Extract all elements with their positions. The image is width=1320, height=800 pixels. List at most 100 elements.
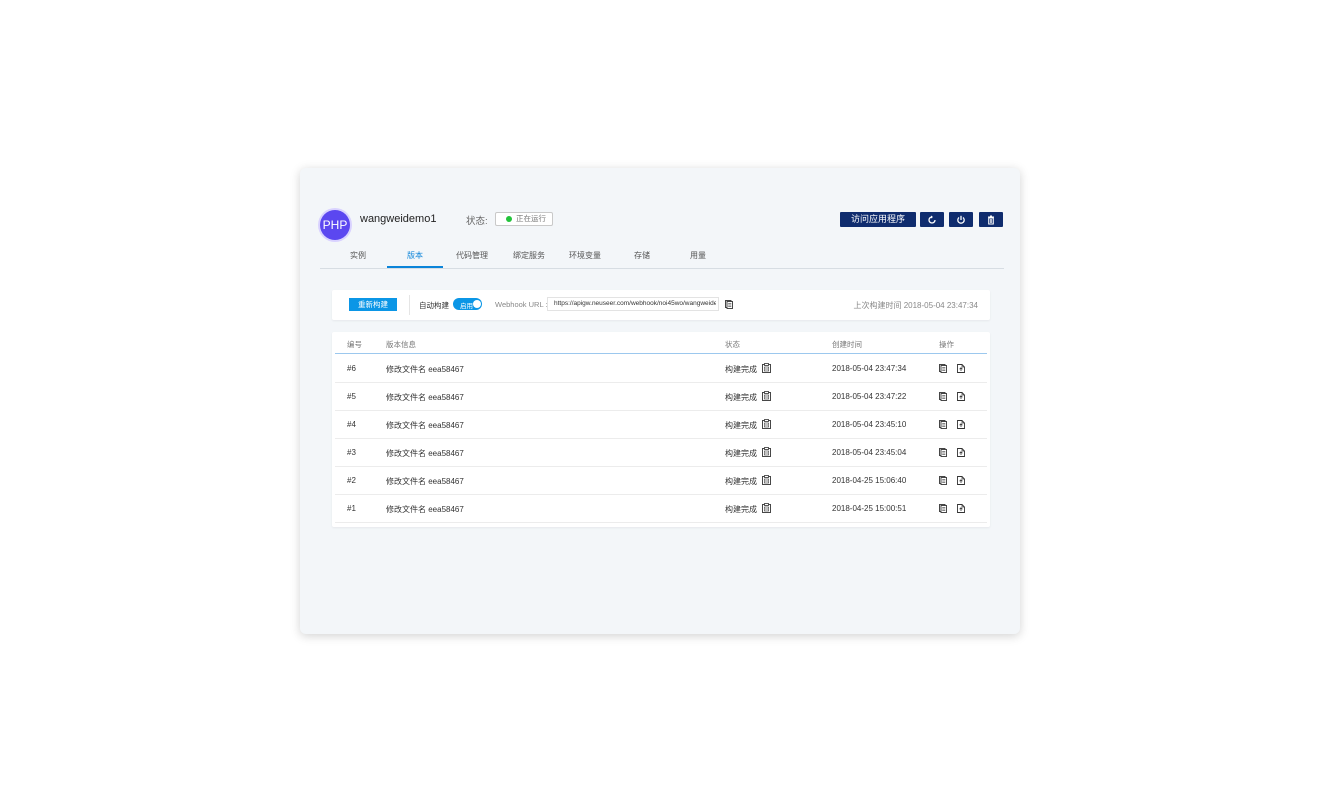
build-log-button[interactable]	[762, 391, 771, 401]
tab-instances[interactable]: 实例	[330, 250, 386, 268]
file-upload-icon	[957, 392, 965, 401]
tab-env-vars[interactable]: 环境变量	[557, 250, 613, 268]
auto-build-label: 自动构建	[419, 301, 449, 310]
build-log-button[interactable]	[762, 419, 771, 429]
version-info: 修改文件名 eea58467	[386, 421, 464, 430]
webhook-label: Webhook URL :	[495, 300, 548, 309]
deploy-version-button[interactable]	[957, 364, 965, 373]
build-status: 构建完成	[725, 449, 757, 458]
webhook-url-input[interactable]	[547, 297, 719, 311]
clipboard-icon	[762, 503, 771, 513]
build-log-button[interactable]	[762, 447, 771, 457]
file-upload-icon	[957, 448, 965, 457]
version-no: #6	[347, 364, 356, 373]
document-icon	[939, 476, 947, 485]
header-no: 编号	[347, 340, 362, 349]
status-badge: 正在运行	[495, 212, 553, 226]
deploy-version-button[interactable]	[957, 504, 965, 513]
header-actions: 操作	[939, 340, 954, 349]
view-log-button[interactable]	[939, 392, 947, 401]
table-row: #6 修改文件名 eea58467 构建完成 2018-05-04 23:47:…	[335, 354, 987, 383]
build-log-button[interactable]	[762, 475, 771, 485]
deploy-version-button[interactable]	[957, 392, 965, 401]
view-log-button[interactable]	[939, 504, 947, 513]
app-name: wangweidemo1	[360, 213, 437, 225]
app-detail-card: PHP wangweidemo1 状态: 正在运行 访问应用程序 实例 版本 代…	[300, 168, 1020, 634]
version-info: 修改文件名 eea58467	[386, 365, 464, 374]
clipboard-icon	[762, 419, 771, 429]
clipboard-icon	[762, 363, 771, 373]
created-time: 2018-04-25 15:00:51	[832, 504, 907, 513]
toggle-label: 启用	[460, 303, 473, 310]
trash-icon	[988, 215, 994, 225]
build-status: 构建完成	[725, 505, 757, 514]
view-log-button[interactable]	[939, 420, 947, 429]
file-upload-icon	[957, 476, 965, 485]
visit-app-button[interactable]: 访问应用程序	[840, 212, 916, 227]
file-upload-icon	[957, 420, 965, 429]
delete-button[interactable]	[979, 212, 1003, 227]
created-time: 2018-04-25 15:06:40	[832, 476, 907, 485]
build-status: 构建完成	[725, 421, 757, 430]
build-status: 构建完成	[725, 365, 757, 374]
document-icon	[939, 448, 947, 457]
version-no: #1	[347, 504, 356, 513]
tab-versions[interactable]: 版本	[387, 250, 443, 268]
avatar: PHP	[320, 210, 350, 240]
build-log-button[interactable]	[762, 363, 771, 373]
view-log-button[interactable]	[939, 448, 947, 457]
table-row: #1 修改文件名 eea58467 构建完成 2018-04-25 15:00:…	[335, 494, 987, 523]
created-time: 2018-05-04 23:47:22	[832, 392, 907, 401]
deploy-version-button[interactable]	[957, 476, 965, 485]
toggle-knob	[473, 300, 481, 308]
created-time: 2018-05-04 23:45:10	[832, 420, 907, 429]
document-icon	[939, 504, 947, 513]
auto-build-toggle[interactable]: 启用	[453, 298, 482, 310]
tab-bar: 实例 版本 代码管理 绑定服务 环境变量 存储 用量	[320, 250, 1004, 269]
last-build-time: 上次构建时间 2018-05-04 23:47:34	[853, 301, 978, 310]
build-log-button[interactable]	[762, 503, 771, 513]
deploy-version-button[interactable]	[957, 448, 965, 457]
header-time: 创建时间	[832, 340, 862, 349]
tab-code-management[interactable]: 代码管理	[444, 250, 500, 268]
tab-bound-services[interactable]: 绑定服务	[501, 250, 557, 268]
deploy-version-button[interactable]	[957, 420, 965, 429]
status-label: 状态:	[466, 216, 488, 227]
copy-webhook-button[interactable]	[725, 300, 733, 309]
status-dot-icon	[506, 216, 512, 222]
table-header: 编号 版本信息 状态 创建时间 操作	[335, 332, 987, 354]
divider	[409, 295, 410, 315]
created-time: 2018-05-04 23:45:04	[832, 448, 907, 457]
build-toolbar: 重新构建 自动构建 启用 Webhook URL : 上次构建时间 2018-0…	[332, 290, 990, 320]
refresh-icon	[928, 215, 936, 224]
header-info: 版本信息	[386, 340, 416, 349]
clipboard-icon	[762, 447, 771, 457]
copy-icon	[725, 300, 733, 309]
view-log-button[interactable]	[939, 364, 947, 373]
rebuild-button[interactable]: 重新构建	[349, 298, 397, 311]
tab-storage[interactable]: 存储	[614, 250, 670, 268]
file-upload-icon	[957, 364, 965, 373]
document-icon	[939, 420, 947, 429]
version-no: #3	[347, 448, 356, 457]
table-row: #2 修改文件名 eea58467 构建完成 2018-04-25 15:06:…	[335, 466, 987, 495]
stop-button[interactable]	[949, 212, 973, 227]
table-row: #4 修改文件名 eea58467 构建完成 2018-05-04 23:45:…	[335, 410, 987, 439]
table-row: #5 修改文件名 eea58467 构建完成 2018-05-04 23:47:…	[335, 382, 987, 411]
version-no: #2	[347, 476, 356, 485]
created-time: 2018-05-04 23:47:34	[832, 364, 907, 373]
version-info: 修改文件名 eea58467	[386, 505, 464, 514]
document-icon	[939, 364, 947, 373]
version-no: #5	[347, 392, 356, 401]
versions-table: 编号 版本信息 状态 创建时间 操作 #6 修改文件名 eea58467 构建完…	[332, 332, 990, 527]
view-log-button[interactable]	[939, 476, 947, 485]
clipboard-icon	[762, 475, 771, 485]
document-icon	[939, 392, 947, 401]
restart-button[interactable]	[920, 212, 944, 227]
build-status: 构建完成	[725, 477, 757, 486]
header-status: 状态	[725, 340, 740, 349]
file-upload-icon	[957, 504, 965, 513]
status-text: 正在运行	[516, 214, 546, 223]
build-status: 构建完成	[725, 393, 757, 402]
tab-usage[interactable]: 用量	[670, 250, 726, 268]
